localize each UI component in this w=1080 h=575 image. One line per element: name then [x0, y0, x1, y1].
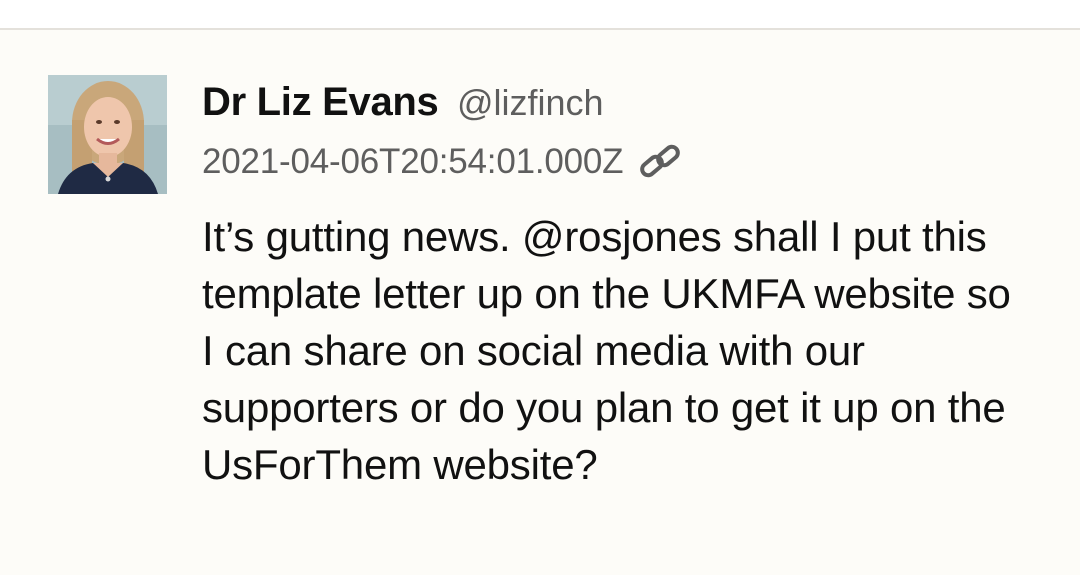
tweet-meta: 2021-04-06T20:54:01.000Z — [202, 142, 685, 182]
author-name[interactable]: Dr Liz Evans — [202, 80, 439, 124]
top-strip — [0, 0, 1080, 28]
avatar-image — [48, 75, 167, 194]
tweet-card: Dr Liz Evans @lizfinch 2021-04-06T20:54:… — [0, 30, 1080, 575]
tweet-text: It’s gutting news. @rosjones shall I put… — [202, 213, 1011, 488]
author-handle[interactable]: @lizfinch — [457, 82, 604, 123]
link-icon[interactable] — [637, 142, 685, 182]
avatar[interactable] — [48, 75, 167, 194]
tweet-timestamp: 2021-04-06T20:54:01.000Z — [202, 142, 624, 181]
tweet-header: Dr Liz Evans @lizfinch — [202, 80, 604, 125]
